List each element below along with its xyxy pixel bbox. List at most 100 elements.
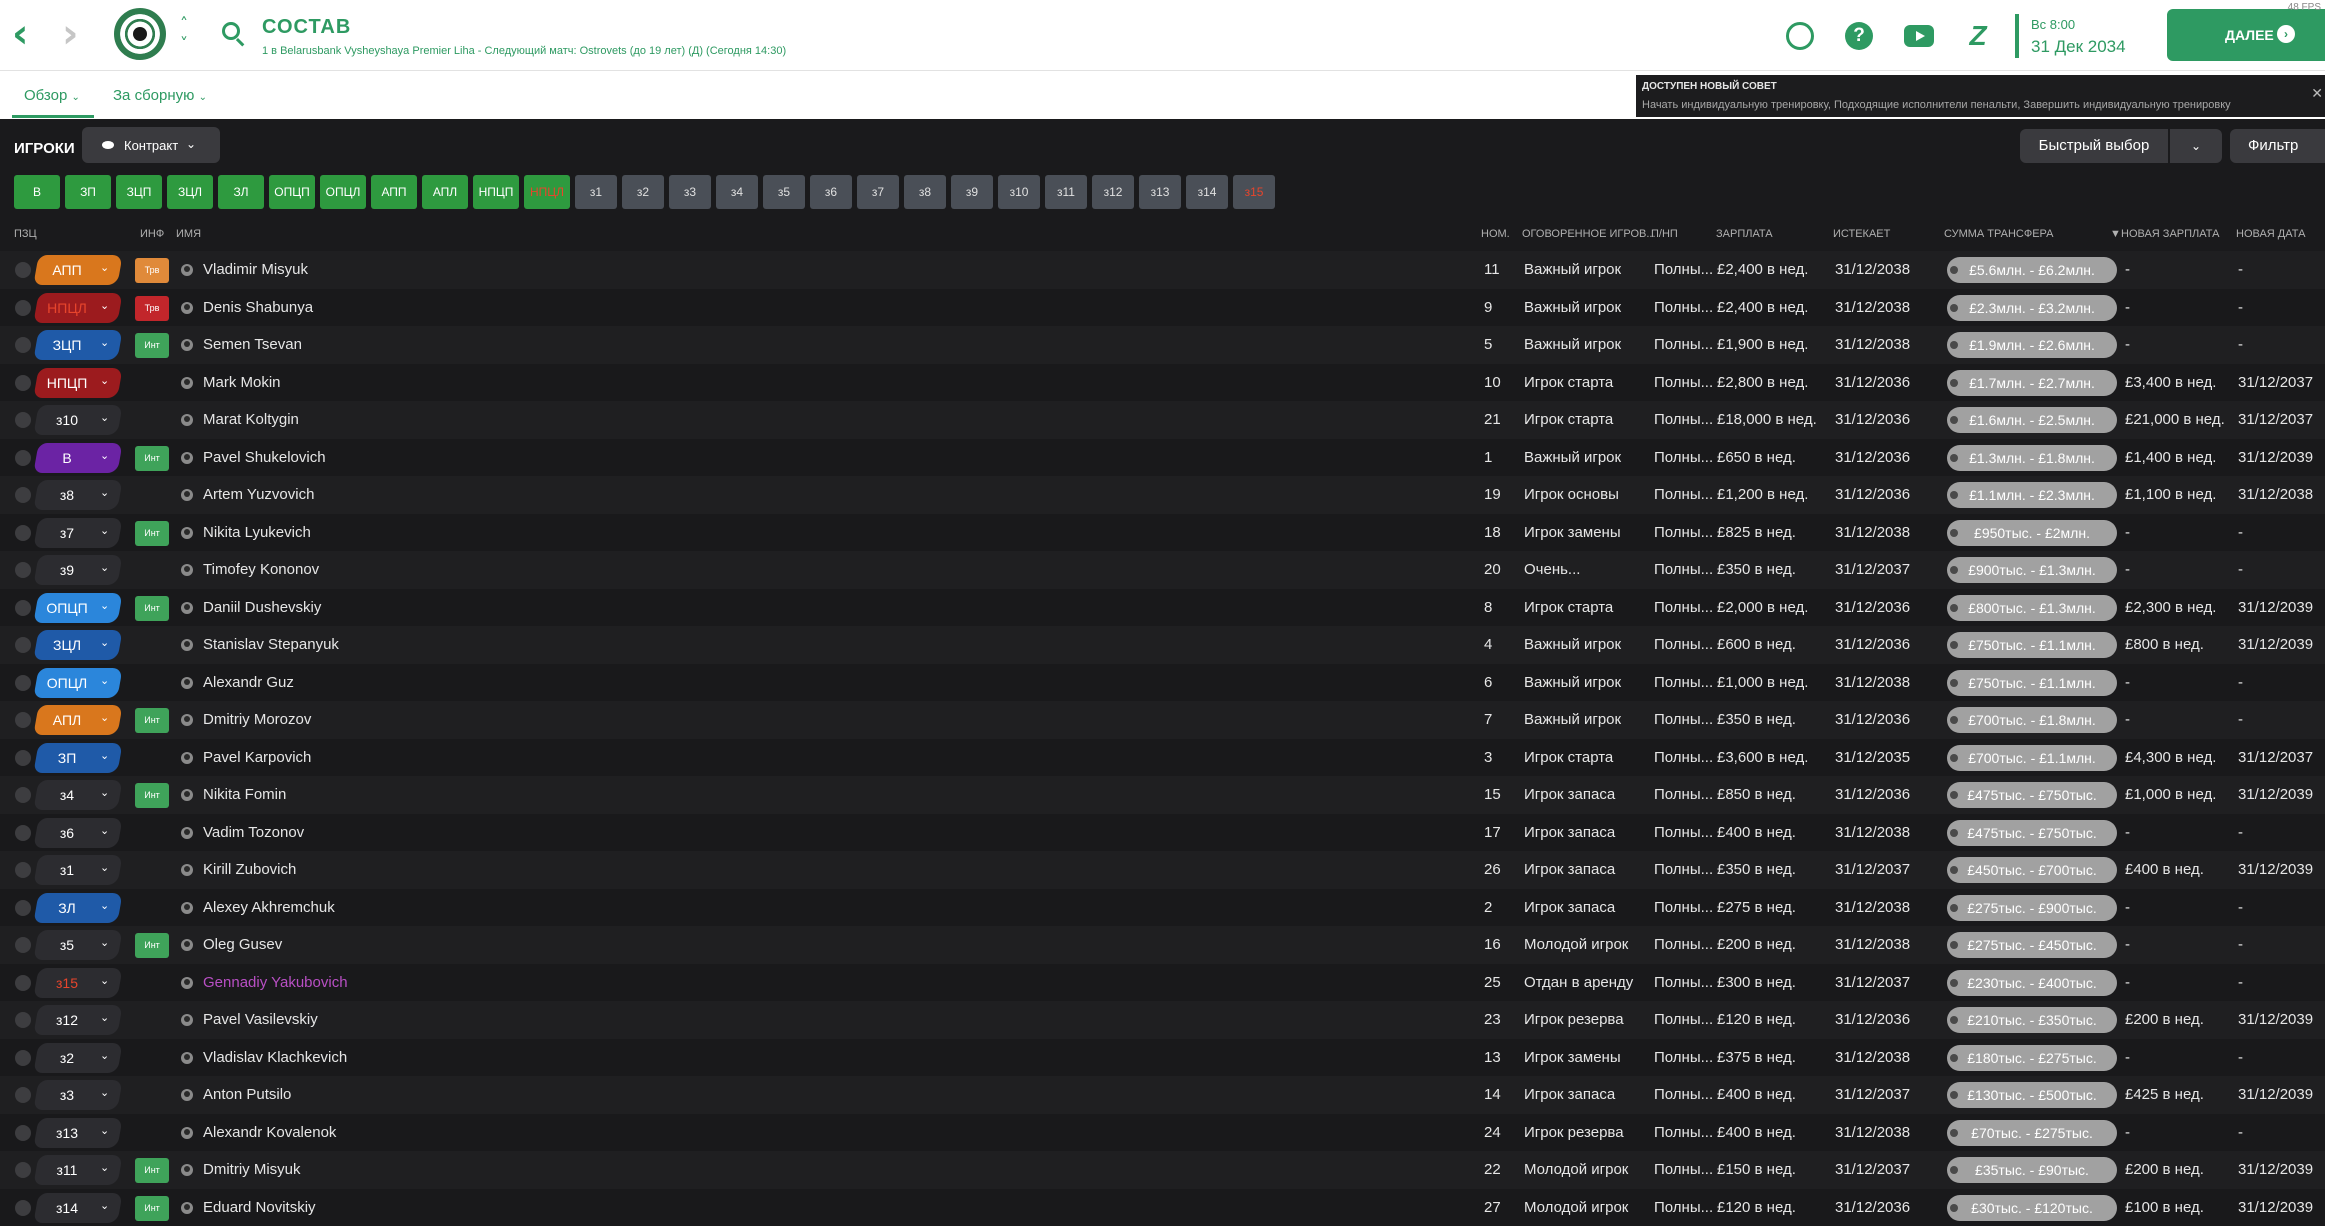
position-dropdown[interactable]: ЗП ⌄ (33, 742, 123, 773)
position-filter-25[interactable]: з15 (1233, 175, 1275, 209)
table-row[interactable]: ЗЦЛ ⌄ Stanislav Stepanyuk 4 Важный игрок Полн… (0, 626, 2325, 664)
position-filter-1[interactable]: ЗП (65, 175, 111, 209)
position-dropdown[interactable]: ОПЦЛ ⌄ (33, 667, 123, 698)
table-row[interactable]: з9 ⌄ Timofey Kononov 20 Очень... Полны... £350… (0, 551, 2325, 589)
info-badge[interactable]: Инт (135, 520, 169, 546)
select-circle[interactable] (15, 937, 31, 953)
select-circle[interactable] (15, 562, 31, 578)
info-badge[interactable]: Инт (135, 1158, 169, 1183)
position-dropdown[interactable]: з8 ⌄ (33, 480, 123, 510)
position-dropdown[interactable]: з3 ⌄ (33, 1080, 123, 1110)
col-transfer[interactable]: СУММА ТРАНСФЕРА (1944, 228, 2053, 240)
table-row[interactable]: з13 ⌄ Alexandr Kovalenok 24 Игрок резерва Пол… (0, 1113, 2325, 1151)
position-filter-14[interactable]: з4 (716, 175, 758, 209)
player-name[interactable]: Kirill Zubovich (203, 861, 296, 878)
player-name[interactable]: Alexey Akhremchuk (203, 899, 335, 916)
player-name[interactable]: Mark Mokin (203, 374, 281, 391)
table-row[interactable]: з8 ⌄ Artem Yuzvovich 19 Игрок основы Полны...… (0, 476, 2325, 514)
view-dropdown[interactable]: Контракт ⌄ (82, 127, 220, 163)
table-row[interactable]: ЗЦП ⌄ Инт Semen Tsevan 5 Важный игрок Полны...… (0, 326, 2325, 364)
position-filter-7[interactable]: АПП (371, 175, 417, 209)
col-status[interactable]: ОГОВОРЕННОЕ ИГРОВ... (1522, 228, 1656, 240)
select-circle[interactable] (15, 862, 31, 878)
select-circle[interactable] (15, 674, 31, 691)
col-ppnp[interactable]: П/НП (1651, 228, 1678, 240)
select-circle[interactable] (15, 524, 31, 541)
col-info[interactable]: ИНФ (140, 228, 164, 240)
advice-text[interactable]: Начать индивидуальную тренировку, Подход… (1642, 99, 2231, 111)
position-dropdown[interactable]: з14 ⌄ (33, 1192, 123, 1223)
player-name[interactable]: Eduard Novitskiy (203, 1199, 316, 1216)
position-dropdown[interactable]: з11 ⌄ (33, 1155, 123, 1185)
select-circle[interactable] (15, 1012, 31, 1028)
select-circle[interactable] (15, 374, 31, 391)
position-filter-18[interactable]: з8 (904, 175, 946, 209)
player-name[interactable]: Anton Putsilo (203, 1086, 291, 1103)
player-name[interactable]: Nikita Fomin (203, 786, 286, 803)
position-filter-3[interactable]: ЗЦЛ (167, 175, 213, 209)
table-row[interactable]: з11 ⌄ Инт Dmitriy Misyuk 22 Молодой игрок Полн… (0, 1151, 2325, 1189)
table-row[interactable]: з4 ⌄ Инт Nikita Fomin 15 Игрок запаса Полны...… (0, 776, 2325, 814)
club-switch-arrows-icon[interactable]: ˄ ˅ (180, 14, 188, 54)
position-filter-2[interactable]: ЗЦП (116, 175, 162, 209)
z-logo-icon[interactable]: Z (1964, 22, 1992, 50)
tab-national-team[interactable]: За сборную ⌄ (113, 87, 207, 104)
quick-select-chevron-icon[interactable]: ⌄ (2170, 129, 2222, 163)
position-filter-15[interactable]: з5 (763, 175, 805, 209)
select-circle[interactable] (15, 712, 31, 728)
position-dropdown[interactable]: з13 ⌄ (33, 1117, 123, 1148)
position-filter-10[interactable]: НПЦЛ (524, 175, 570, 209)
position-filter-19[interactable]: з9 (951, 175, 993, 209)
player-name[interactable]: Alexandr Kovalenok (203, 1124, 336, 1141)
position-dropdown[interactable]: В ⌄ (33, 442, 123, 473)
select-circle[interactable] (15, 974, 31, 991)
table-row[interactable]: з10 ⌄ Marat Koltygin 21 Игрок старта Полны...… (0, 401, 2325, 439)
table-row[interactable]: з12 ⌄ Pavel Vasilevskiy 23 Игрок резерва Полн… (0, 1001, 2325, 1039)
col-wage[interactable]: ЗАРПЛАТА (1716, 228, 1773, 240)
position-filter-23[interactable]: з13 (1139, 175, 1181, 209)
select-circle[interactable] (15, 337, 31, 353)
select-circle[interactable] (15, 637, 31, 653)
info-badge[interactable]: Инт (135, 595, 169, 621)
position-dropdown[interactable]: з10 ⌄ (33, 405, 123, 435)
position-dropdown[interactable]: з5 ⌄ (33, 930, 123, 960)
player-name[interactable]: Semen Tsevan (203, 336, 302, 353)
table-row[interactable]: АПЛ ⌄ Инт Dmitriy Morozov 7 Важный игрок Полны… (0, 701, 2325, 739)
position-dropdown[interactable]: з6 ⌄ (33, 817, 123, 848)
position-dropdown[interactable]: АПЛ ⌄ (33, 705, 123, 735)
position-filter-9[interactable]: НПЦП (473, 175, 519, 209)
table-row[interactable]: з2 ⌄ Vladislav Klachkevich 13 Игрок замены По… (0, 1038, 2325, 1076)
table-row[interactable]: ОПЦП ⌄ Инт Daniil Dushevskiy 8 Игрок старта По… (0, 588, 2325, 626)
position-filter-13[interactable]: з3 (669, 175, 711, 209)
info-badge[interactable]: Инт (135, 1195, 169, 1221)
table-row[interactable]: з15 ⌄ Gennadiy Yakubovich 25 Отдан в аренду П… (0, 963, 2325, 1001)
table-row[interactable]: з3 ⌄ Anton Putsilo 14 Игрок запаса Полны... £4… (0, 1076, 2325, 1114)
player-name[interactable]: Oleg Gusev (203, 936, 282, 953)
position-dropdown[interactable]: з1 ⌄ (33, 855, 123, 885)
table-row[interactable]: ЗП ⌄ Pavel Karpovich 3 Игрок старта Полны... £… (0, 738, 2325, 776)
advice-panel[interactable]: ДОСТУПЕН НОВЫЙ СОВЕТ Начать индивидуальн… (1636, 75, 2325, 117)
help-icon[interactable]: ? (1845, 22, 1873, 50)
col-new-wage[interactable]: НОВАЯ ЗАРПЛАТА (2121, 228, 2219, 240)
player-name[interactable]: Vladislav Klachkevich (203, 1049, 347, 1066)
select-circle[interactable] (15, 1049, 31, 1066)
table-row[interactable]: НПЦЛ ⌄ Трв Denis Shabunya 9 Важный игрок Полны… (0, 288, 2325, 326)
player-name[interactable]: Nikita Lyukevich (203, 524, 311, 541)
col-number[interactable]: НОМ. (1481, 228, 1510, 240)
player-name[interactable]: Pavel Vasilevskiy (203, 1011, 318, 1028)
position-filter-6[interactable]: ОПЦЛ (320, 175, 366, 209)
position-filter-11[interactable]: з1 (575, 175, 617, 209)
select-circle[interactable] (15, 262, 31, 278)
position-dropdown[interactable]: АПП ⌄ (33, 255, 123, 285)
info-badge[interactable]: Инт (135, 445, 169, 471)
player-name[interactable]: Dmitriy Misyuk (203, 1161, 301, 1178)
table-row[interactable]: В ⌄ Инт Pavel Shukelovich 1 Важный игрок Полны… (0, 438, 2325, 476)
info-badge[interactable]: Трв (135, 258, 169, 283)
tab-overview[interactable]: Обзор ⌄ (24, 87, 80, 104)
player-name[interactable]: Gennadiy Yakubovich (203, 974, 348, 991)
table-row[interactable]: АПП ⌄ Трв Vladimir Misyuk 11 Важный игрок Полн… (0, 251, 2325, 289)
player-name[interactable]: Denis Shabunya (203, 299, 313, 316)
current-date[interactable]: 31 Дек 2034 (2031, 37, 2126, 57)
select-circle[interactable] (15, 1199, 31, 1216)
select-circle[interactable] (15, 599, 31, 616)
